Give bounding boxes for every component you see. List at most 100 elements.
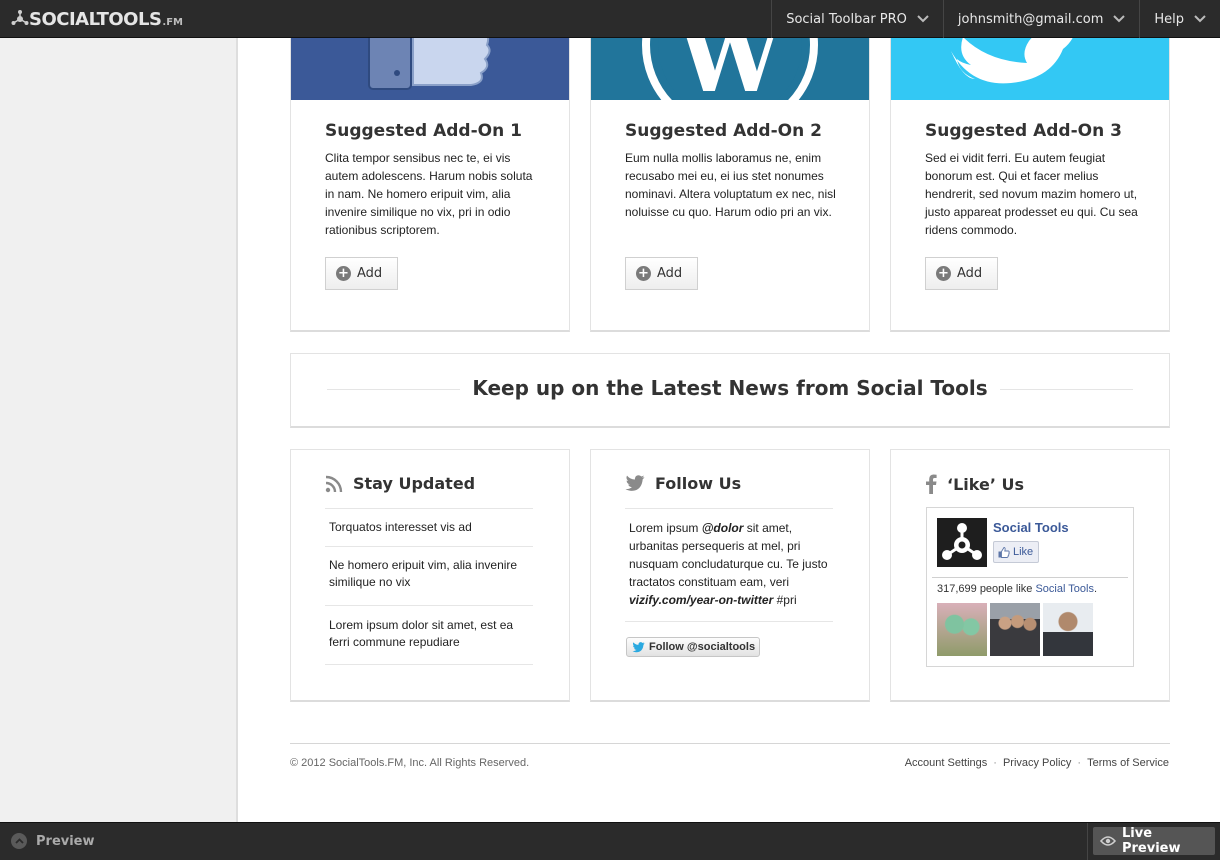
- divider: [625, 508, 833, 509]
- fan-avatar[interactable]: [937, 603, 987, 656]
- facebook-thumb-icon: [368, 38, 491, 90]
- divider: [932, 577, 1128, 578]
- addon-description: Eum nulla mollis laboramus ne, enim recu…: [625, 151, 836, 219]
- live-preview-button[interactable]: Live Preview: [1093, 826, 1215, 856]
- like-count: 317,699 people like Social Tools.: [937, 583, 1097, 595]
- menu-label: Help: [1154, 11, 1184, 27]
- section-title-text: Follow Us: [655, 474, 742, 493]
- main-content: Suggested Add-On 1 Clita tempor sensibus…: [240, 38, 1220, 822]
- add-addon-button[interactable]: + Add: [625, 257, 698, 290]
- chevron-down-icon: [1194, 15, 1206, 23]
- page-name-link[interactable]: Social Tools: [993, 520, 1069, 535]
- addon-banner: [891, 38, 1169, 100]
- account-menu[interactable]: johnsmith@gmail.com: [942, 0, 1139, 38]
- tweet-text: #pri: [773, 593, 797, 607]
- privacy-policy-link[interactable]: Privacy Policy: [1003, 757, 1071, 769]
- plus-circle-icon: +: [936, 266, 951, 281]
- addon-title: Suggested Add-On 2: [625, 121, 822, 141]
- footer-links: Account Settings · Privacy Policy · Term…: [905, 757, 1169, 769]
- section-title: Stay Updated: [325, 474, 475, 493]
- left-sidebar: [0, 38, 238, 822]
- social-toolbar-pro-menu[interactable]: Social Toolbar PRO: [771, 0, 943, 38]
- fan-faces: [937, 603, 1093, 656]
- addon-card-3: Suggested Add-On 3 Sed ei vidit ferri. E…: [890, 38, 1170, 332]
- socialtools-logo[interactable]: SOCIALTOOLS .FM: [10, 8, 183, 30]
- like-us-card: ‘Like’ Us Social Tools Like 317,699 peop…: [890, 449, 1170, 702]
- addon-card-1: Suggested Add-On 1 Clita tempor sensibus…: [290, 38, 570, 332]
- wordpress-icon: W: [642, 38, 818, 100]
- eye-icon: [1100, 836, 1116, 846]
- terms-of-service-link[interactable]: Terms of Service: [1087, 757, 1169, 769]
- button-label: Add: [957, 266, 983, 281]
- separator: ·: [993, 757, 997, 769]
- news-header-card: Keep up on the Latest News from Social T…: [290, 353, 1170, 428]
- addon-title: Suggested Add-On 1: [325, 121, 522, 141]
- news-item[interactable]: Torquatos interesset vis ad: [329, 519, 534, 536]
- news-item[interactable]: Ne homero eripuit vim, alia invenire sim…: [329, 557, 534, 591]
- addon-banner: W: [591, 38, 869, 100]
- plus-circle-icon: +: [636, 266, 651, 281]
- copyright-text: © 2012 SocialTools.FM, Inc. All Rights R…: [290, 757, 530, 769]
- follow-us-card: Follow Us Lorem ipsum @dolor sit amet, u…: [590, 449, 870, 702]
- rss-icon: [325, 475, 343, 492]
- divider: [325, 546, 533, 547]
- help-menu[interactable]: Help: [1139, 0, 1220, 38]
- separator: ·: [1077, 757, 1082, 769]
- top-menu: Social Toolbar PRO johnsmith@gmail.com H…: [771, 0, 1220, 38]
- news-item[interactable]: Lorem ipsum dolor sit amet, est ea ferri…: [329, 617, 534, 651]
- fan-avatar[interactable]: [990, 603, 1040, 656]
- svg-text:W: W: [677, 38, 783, 100]
- logo-mark-icon: [11, 10, 29, 25]
- latest-tweet: Lorem ipsum @dolor sit amet, urbanitas p…: [629, 519, 834, 609]
- chevron-down-icon: [917, 15, 929, 23]
- addon-title: Suggested Add-On 3: [925, 121, 1122, 141]
- live-preview-container: Live Preview: [1087, 823, 1220, 860]
- add-addon-button[interactable]: + Add: [925, 257, 998, 290]
- news-title-text: Keep up on the Latest News from Social T…: [460, 376, 1000, 400]
- socialtools-avatar-icon: [942, 523, 982, 560]
- addon-description: Clita tempor sensibus nec te, ei vis aut…: [325, 151, 533, 237]
- facebook-icon: [926, 474, 937, 494]
- divider: [325, 664, 533, 665]
- addon-card-2: W Suggested Add-On 2 Eum nulla mollis la…: [590, 38, 870, 332]
- facebook-like-button[interactable]: Like: [993, 541, 1039, 563]
- menu-label: johnsmith@gmail.com: [957, 11, 1104, 27]
- section-title-text: Stay Updated: [353, 474, 476, 493]
- tweet-mention[interactable]: @dolor: [702, 521, 744, 535]
- stay-updated-card: Stay Updated Torquatos interesset vis ad…: [290, 449, 570, 702]
- facebook-like-box: Social Tools Like 317,699 people like So…: [926, 507, 1134, 667]
- section-title: ‘Like’ Us: [925, 474, 1024, 494]
- live-preview-label: Live Preview: [1121, 826, 1181, 856]
- like-count-text: 317,699 people like: [937, 583, 1036, 595]
- preview-toggle[interactable]: Preview: [11, 833, 95, 849]
- addon-description: Sed ei vidit ferri. Eu autem feugiat bon…: [925, 151, 1138, 237]
- twitter-bird-small-icon: [632, 641, 645, 652]
- page-avatar[interactable]: [937, 518, 987, 567]
- section-title-text: ‘Like’ Us: [947, 474, 1024, 494]
- logo-text: SOCIALTOOLS: [29, 8, 162, 30]
- like-count-end: .: [1093, 583, 1098, 595]
- logo-suffix: .FM: [162, 16, 184, 28]
- section-title: Follow Us: [625, 474, 741, 493]
- addon-banner: [291, 38, 569, 100]
- plus-circle-icon: +: [336, 266, 351, 281]
- menu-label: Social Toolbar PRO: [786, 11, 907, 27]
- thumbs-up-icon: [998, 546, 1010, 558]
- top-navigation-bar: SOCIALTOOLS .FM Social Toolbar PRO johns…: [0, 0, 1220, 38]
- divider: [625, 621, 833, 622]
- chevron-up-icon: [11, 833, 27, 849]
- twitter-icon: [625, 475, 645, 491]
- chevron-down-icon: [1113, 15, 1126, 23]
- fan-avatar[interactable]: [1043, 603, 1093, 656]
- tweet-text: Lorem ipsum: [629, 521, 702, 535]
- bottom-preview-bar: Preview Live Preview: [0, 822, 1220, 860]
- preview-label: Preview: [36, 833, 95, 849]
- tweet-link[interactable]: vizify.com/year-on-twitter: [629, 593, 773, 607]
- like-label: Like: [1013, 546, 1034, 558]
- like-count-page-link[interactable]: Social Tools: [1035, 583, 1094, 595]
- follow-twitter-button[interactable]: Follow @socialtools: [626, 637, 760, 657]
- twitter-bird-icon: [951, 38, 1073, 84]
- add-addon-button[interactable]: + Add: [325, 257, 398, 290]
- account-settings-link[interactable]: Account Settings: [905, 757, 988, 769]
- footer-divider: [290, 743, 1170, 744]
